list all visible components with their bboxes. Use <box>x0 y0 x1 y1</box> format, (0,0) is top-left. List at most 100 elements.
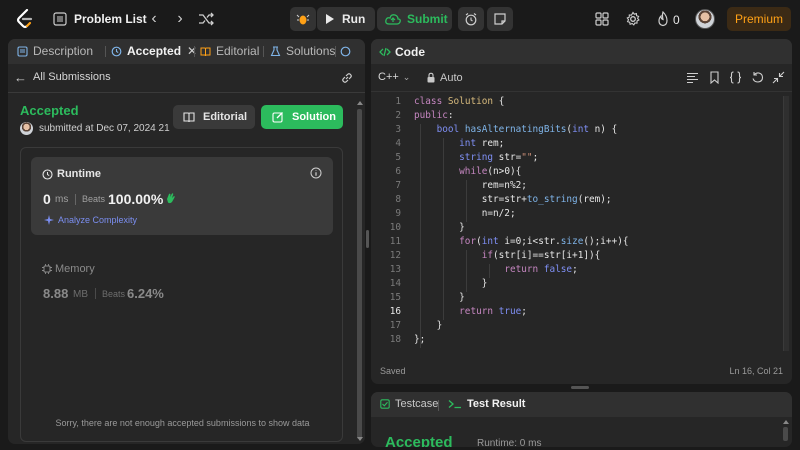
sparkle-icon <box>44 215 54 225</box>
code-line[interactable]: 4 int rem; <box>371 138 781 152</box>
submit-button[interactable]: Submit <box>377 7 452 31</box>
braces-icon[interactable] <box>729 71 742 84</box>
tab-test-result-label: Test Result <box>467 398 526 410</box>
vertical-resize-handle[interactable] <box>366 230 369 248</box>
code-line[interactable]: 17 } <box>371 320 781 334</box>
tab-editorial[interactable]: Editorial <box>200 44 259 58</box>
all-submissions-link[interactable]: All Submissions <box>33 71 111 83</box>
left-panel-scrollbar[interactable] <box>357 101 363 441</box>
submission-header-row: ← All Submissions <box>8 64 365 92</box>
solution-button-label: Solution <box>292 111 336 123</box>
bookmark-icon[interactable] <box>708 71 721 84</box>
format-code-icon[interactable] <box>686 71 699 84</box>
line-number: 4 <box>395 138 401 149</box>
notes-button[interactable] <box>487 7 513 31</box>
reset-icon[interactable] <box>751 71 764 84</box>
prev-problem-icon[interactable]: ‹ <box>146 10 162 28</box>
next-problem-icon[interactable]: › <box>172 10 188 28</box>
problem-list-link[interactable]: Problem List <box>74 12 147 26</box>
code-line[interactable]: 7 rem=n%2; <box>371 180 781 194</box>
horizontal-resize-handle[interactable] <box>571 386 589 389</box>
line-number: 11 <box>389 236 401 247</box>
code-line[interactable]: 18}; <box>371 334 781 348</box>
debug-button[interactable] <box>290 7 316 31</box>
submitter-avatar <box>20 122 33 135</box>
analyze-complexity-link[interactable]: Analyze Complexity <box>44 215 137 225</box>
code-line[interactable]: 15 } <box>371 292 781 306</box>
code-line[interactable]: 9 n=n/2; <box>371 208 781 222</box>
line-number: 8 <box>395 194 401 205</box>
leetcode-logo-icon[interactable] <box>16 9 34 29</box>
code-line[interactable]: 14 } <box>371 278 781 292</box>
fire-streak-icon[interactable] <box>656 11 670 27</box>
post-solution-button[interactable]: Solution <box>261 105 343 129</box>
info-icon[interactable] <box>310 167 322 179</box>
code-line[interactable]: 2 public: <box>371 110 781 124</box>
problem-list-icon[interactable] <box>53 12 67 26</box>
code-line[interactable]: 3 bool hasAlternatingBits(int n) { <box>371 124 781 138</box>
test-tab-bar: Testcase Test Result <box>371 392 792 417</box>
close-tab-icon[interactable]: ✕ <box>187 44 197 58</box>
history-icon <box>111 46 122 56</box>
code-line[interactable]: 5 string str=""; <box>371 152 781 166</box>
scroll-thumb[interactable] <box>357 109 362 439</box>
line-number: 1 <box>395 96 401 107</box>
auto-mode-label[interactable]: Auto <box>440 72 463 84</box>
code-line[interactable]: 1 class Solution { <box>371 96 781 110</box>
memory-title[interactable]: Memory <box>55 263 95 275</box>
line-number: 5 <box>395 152 401 163</box>
tab-testcase[interactable]: Testcase <box>380 398 438 410</box>
tab-divider <box>105 46 106 57</box>
code-text: n=n/2; <box>414 208 516 219</box>
scroll-up-arrow[interactable] <box>783 420 789 424</box>
gear-icon[interactable] <box>625 11 641 27</box>
code-line[interactable]: 12 if(str[i]==str[i+1]){ <box>371 250 781 264</box>
code-editor[interactable]: 1 class Solution {2 public: 3 bool hasAlter… <box>371 96 781 351</box>
share-link-icon[interactable] <box>340 71 354 85</box>
code-editor-scrollbar[interactable] <box>783 96 789 351</box>
runtime-card[interactable]: Runtime 0 ms Beats 100.00% Analyze Compl… <box>31 157 333 235</box>
cloud-upload-icon <box>385 14 401 25</box>
code-line[interactable]: 16 return true; <box>371 306 781 320</box>
tab-accepted[interactable]: Accepted ✕ <box>111 44 197 58</box>
scroll-up-arrow[interactable] <box>357 101 363 105</box>
code-line[interactable]: 11 for(int i=0;i<str.size();i++){ <box>371 236 781 250</box>
code-text: } <box>414 320 443 331</box>
scroll-thumb[interactable] <box>783 427 788 441</box>
back-arrow-icon[interactable]: ← <box>14 70 27 85</box>
line-number: 12 <box>389 250 401 261</box>
tab-solutions-label: Solutions <box>286 44 336 58</box>
runtime-separator <box>75 194 76 205</box>
run-button[interactable]: Run <box>317 7 375 31</box>
language-selector[interactable]: C++ ⌄ <box>378 71 410 83</box>
tab-divider <box>263 46 264 57</box>
scroll-track[interactable] <box>783 96 789 351</box>
user-avatar[interactable] <box>695 9 715 29</box>
memory-value: 8.88 <box>43 286 69 301</box>
code-line[interactable]: 13 return false; <box>371 264 781 278</box>
code-text: str=str+to_string(rem); <box>414 194 612 205</box>
submissions-icon[interactable] <box>340 46 351 57</box>
premium-button[interactable]: Premium <box>727 7 791 31</box>
layout-icon[interactable] <box>595 12 609 26</box>
book-icon <box>183 112 195 123</box>
no-data-message: Sorry, there are not enough accepted sub… <box>55 418 310 428</box>
runtime-value: 0 <box>43 191 51 207</box>
collapse-icon[interactable] <box>772 71 785 84</box>
submission-status: Accepted <box>20 103 79 118</box>
tab-test-result[interactable]: Test Result <box>448 398 525 410</box>
line-number: 6 <box>395 166 401 177</box>
shuffle-icon[interactable] <box>197 10 215 28</box>
scroll-down-arrow[interactable] <box>357 437 363 441</box>
tab-description[interactable]: Description <box>17 44 93 58</box>
code-line[interactable]: 8 str=str+to_string(rem); <box>371 194 781 208</box>
code-text: return true; <box>459 306 527 317</box>
code-line[interactable]: 10 } <box>371 222 781 236</box>
editorial-button[interactable]: Editorial <box>173 105 255 129</box>
code-line[interactable]: 6 while(n>0){ <box>371 166 781 180</box>
tab-solutions[interactable]: Solutions <box>270 44 335 58</box>
code-tab-title[interactable]: Code <box>395 45 425 59</box>
code-text: }; <box>414 334 426 345</box>
streak-count: 0 <box>673 13 680 27</box>
timer-button[interactable] <box>458 7 484 31</box>
